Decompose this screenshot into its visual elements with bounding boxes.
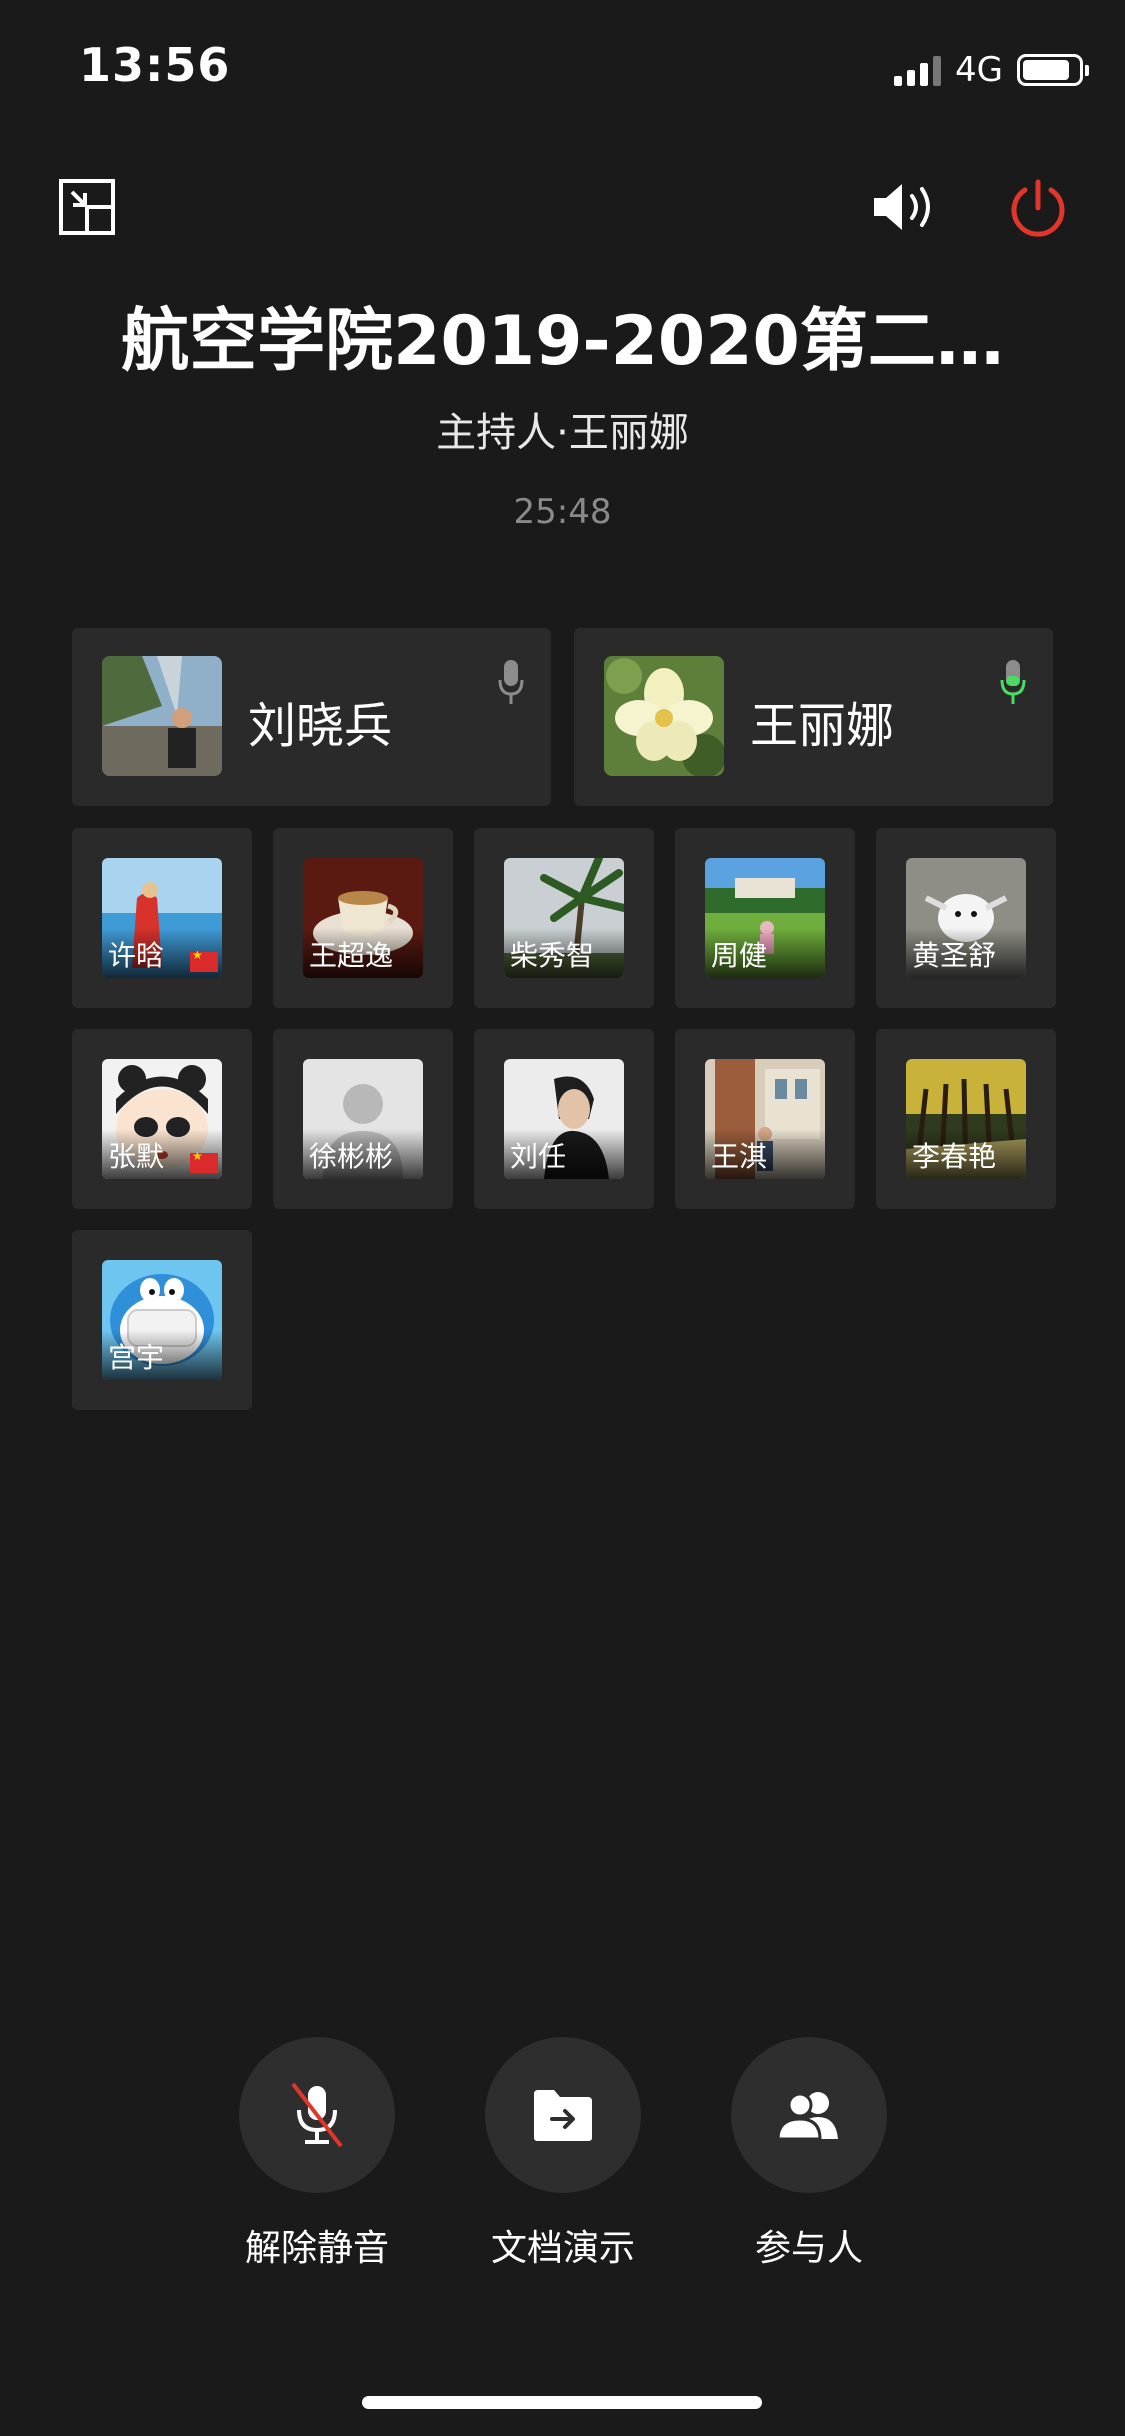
participant-name: 王淇: [711, 1140, 768, 1173]
avatar: 刘任: [504, 1059, 624, 1179]
unmute-button[interactable]: 解除静音: [239, 2037, 395, 2271]
flag-badge: [190, 1149, 218, 1173]
home-indicator[interactable]: [362, 2396, 762, 2409]
host-label: 主持人·王丽娜: [436, 410, 689, 456]
participant-tile[interactable]: 李春艳: [876, 1029, 1056, 1209]
avatar: 王超逸: [303, 858, 423, 978]
avatar: 柴秀智: [504, 858, 624, 978]
speaker-icon[interactable]: [870, 178, 940, 236]
participant-name: 宫宇: [108, 1341, 165, 1374]
participant-name: 王超逸: [309, 939, 394, 972]
participant-name: 柴秀智: [510, 939, 595, 972]
folder-share-icon: [534, 2090, 592, 2141]
participants-circle[interactable]: [731, 2037, 887, 2193]
participant-name: 周健: [711, 939, 768, 972]
participant-tile[interactable]: 周健: [675, 828, 855, 1008]
share-doc-button[interactable]: 文档演示: [485, 2037, 641, 2271]
participant-tile[interactable]: 徐彬彬: [273, 1029, 453, 1209]
people-icon: [776, 2092, 838, 2141]
participants-button[interactable]: 参与人: [731, 2037, 887, 2271]
avatar: 李春艳: [906, 1059, 1026, 1179]
share-doc-circle[interactable]: [485, 2037, 641, 2193]
mic-icon: [497, 658, 525, 706]
speaker-name: 王丽娜: [750, 698, 895, 754]
speaker-card[interactable]: 刘晓兵: [72, 628, 551, 806]
signal-icon: [894, 54, 942, 86]
participant-name: 张默: [108, 1140, 165, 1173]
speaker-card[interactable]: 王丽娜: [574, 628, 1053, 806]
status-time: 13:56: [79, 38, 231, 92]
participant-tile[interactable]: 王超逸: [273, 828, 453, 1008]
avatar: 许晗: [102, 858, 222, 978]
avatar: 张默: [102, 1059, 222, 1179]
status-indicators: 4G: [894, 50, 1089, 90]
avatar: 黄圣舒: [906, 858, 1026, 978]
power-icon[interactable]: [1006, 176, 1070, 240]
avatar: [102, 656, 222, 776]
participant-tile[interactable]: 宫宇: [72, 1230, 252, 1410]
unmute-label: 解除静音: [244, 2228, 389, 2269]
participant-tile[interactable]: 黄圣舒: [876, 828, 1056, 1008]
mic-muted-icon: [291, 2082, 343, 2148]
participant-name: 黄圣舒: [912, 939, 997, 972]
mic-icon: [999, 658, 1027, 706]
meeting-timer: 25:48: [513, 492, 612, 532]
participant-tile[interactable]: 张默: [72, 1029, 252, 1209]
participant-tile[interactable]: 王淇: [675, 1029, 855, 1209]
avatar: [604, 656, 724, 776]
avatar: 周健: [705, 858, 825, 978]
speaker-name: 刘晓兵: [248, 698, 393, 754]
participant-tile[interactable]: 柴秀智: [474, 828, 654, 1008]
avatar: 王淇: [705, 1059, 825, 1179]
unmute-circle[interactable]: [239, 2037, 395, 2193]
meeting-title: 航空学院2019-2020第二…: [121, 302, 1004, 381]
network-type: 4G: [955, 50, 1003, 90]
participants-label: 参与人: [754, 2228, 863, 2269]
avatar: 徐彬彬: [303, 1059, 423, 1179]
participant-name: 李春艳: [912, 1140, 997, 1173]
battery-icon: [1017, 54, 1089, 86]
participant-tile[interactable]: 刘任: [474, 1029, 654, 1209]
meeting-screen: 13:56 4G 航空学院2019-2020第二… 主持人·王丽娜 25:48: [0, 0, 1125, 2436]
participant-name: 徐彬彬: [309, 1140, 394, 1173]
avatar: 宫宇: [102, 1260, 222, 1380]
participant-tile[interactable]: 许晗: [72, 828, 252, 1008]
minimize-icon[interactable]: [58, 178, 116, 236]
flag-badge: [190, 948, 218, 972]
participant-name: 刘任: [510, 1140, 567, 1173]
participant-name: 许晗: [108, 939, 165, 972]
share-doc-label: 文档演示: [490, 2228, 635, 2269]
